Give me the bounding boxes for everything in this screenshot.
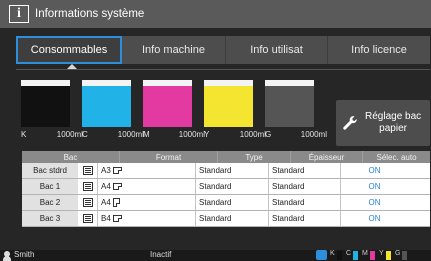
tray-detail-icon[interactable] — [79, 195, 98, 210]
tray-detail-icon[interactable] — [79, 163, 98, 178]
mini-ink-label-k: K — [330, 250, 335, 257]
mini-ink-c — [353, 251, 358, 260]
table-row[interactable]: Bac 1 A4 Standard Standard ON — [22, 179, 430, 195]
format-cell: B4 — [98, 211, 196, 226]
landscape-paper-icon — [112, 215, 122, 222]
ink-bottle-m — [143, 80, 192, 127]
thickness-cell: Standard — [269, 211, 341, 226]
main-panel: Consommables Info machine Info utilisat … — [0, 28, 431, 250]
tray-name: Bac 2 — [22, 195, 79, 210]
ink-bottle-c — [82, 80, 131, 127]
mini-ink-label-y: Y — [379, 250, 384, 257]
header-epaisseur: Épaisseur — [291, 151, 363, 163]
adjust-tray-label: Réglage bac papier — [365, 111, 422, 134]
type-cell: Standard — [196, 163, 269, 178]
ink-bottle-y — [204, 80, 253, 127]
header-bac: Bac — [22, 151, 120, 163]
tab-info-licence[interactable]: Info licence — [328, 36, 430, 64]
mini-ink-label-g: G — [395, 250, 401, 257]
type-cell: Standard — [196, 179, 269, 194]
tab-divider — [16, 69, 430, 70]
mini-ink-fill-k — [337, 251, 342, 260]
title-bar: i Informations système — [0, 0, 431, 28]
ink-bottle-g — [265, 80, 314, 127]
mini-ink-label-m: M — [362, 250, 368, 257]
table-row[interactable]: Bac 2 A4 Standard Standard ON — [22, 195, 430, 211]
header-format: Format — [120, 151, 218, 163]
mini-ink-fill-g — [402, 251, 407, 260]
tray-name: Bac stdrd — [22, 163, 79, 178]
ink-fill-y — [204, 86, 253, 127]
user-icon-body — [3, 256, 11, 261]
format-cell: A3 — [98, 163, 196, 178]
type-cell: Standard — [196, 195, 269, 210]
table-header: Bac Format Type Épaisseur Sélec. auto — [22, 151, 430, 163]
tray-table: Bac Format Type Épaisseur Sélec. auto Ba… — [22, 151, 430, 227]
mini-ink-fill-y — [386, 251, 391, 260]
info-icon: i — [9, 5, 29, 23]
mini-ink-label-c: C — [346, 250, 352, 257]
ink-fill-g — [265, 86, 314, 127]
ink-fill-k — [21, 86, 70, 127]
mini-ink-fill-m — [370, 251, 375, 260]
thickness-cell: Standard — [269, 163, 341, 178]
ink-label-c: C 1000ml — [82, 130, 144, 139]
mini-ink-g — [402, 251, 407, 260]
thickness-cell: Standard — [269, 179, 341, 194]
ink-label-g: G 1000ml — [265, 130, 327, 139]
ink-bottle-k — [21, 80, 70, 127]
landscape-paper-icon — [112, 167, 122, 174]
mini-ink-m — [370, 251, 375, 260]
adjust-tray-button[interactable]: Réglage bac papier — [336, 100, 430, 146]
window-title: Informations système — [35, 8, 145, 20]
ink-fill-c — [82, 86, 131, 127]
mini-ink-fill-c — [353, 251, 358, 260]
auto-select-cell: ON — [368, 166, 381, 175]
tray-name: Bac 1 — [22, 179, 79, 194]
status-bar: Smith Inactif K C M Y G — [0, 250, 431, 261]
auto-select-cell: ON — [368, 214, 381, 223]
tab-bar: Consommables Info machine Info utilisat … — [16, 36, 430, 64]
auto-select-cell: ON — [368, 198, 381, 207]
auto-select-cell: ON — [368, 182, 381, 191]
ink-label-y: Y 1000ml — [204, 130, 266, 139]
network-icon[interactable] — [316, 250, 327, 260]
format-cell: A4 — [98, 195, 196, 210]
thickness-cell: Standard — [269, 195, 341, 210]
header-type: Type — [218, 151, 291, 163]
ink-label-k: K 1000ml — [21, 130, 83, 139]
wrench-icon — [343, 116, 357, 130]
tab-info-utilisat[interactable]: Info utilisat — [226, 36, 328, 64]
type-cell: Standard — [196, 211, 269, 226]
tray-name: Bac 3 — [22, 211, 79, 226]
tray-detail-icon[interactable] — [79, 179, 98, 194]
status-state: Inactif — [150, 250, 172, 259]
status-user: Smith — [14, 250, 35, 259]
mini-ink-k — [337, 251, 342, 260]
mini-ink-y — [386, 251, 391, 260]
landscape-paper-icon — [112, 183, 122, 190]
tab-info-machine[interactable]: Info machine — [122, 36, 226, 64]
ink-fill-m — [143, 86, 192, 127]
tab-consommables[interactable]: Consommables — [16, 36, 122, 64]
ink-label-m: M 1000ml — [143, 130, 205, 139]
table-row[interactable]: Bac 3 B4 Standard Standard ON — [22, 211, 430, 227]
portrait-paper-icon — [112, 198, 120, 207]
format-cell: A4 — [98, 179, 196, 194]
tray-detail-icon[interactable] — [79, 211, 98, 226]
header-selec-auto: Sélec. auto — [376, 152, 417, 162]
table-row[interactable]: Bac stdrd A3 Standard Standard ON — [22, 163, 430, 179]
